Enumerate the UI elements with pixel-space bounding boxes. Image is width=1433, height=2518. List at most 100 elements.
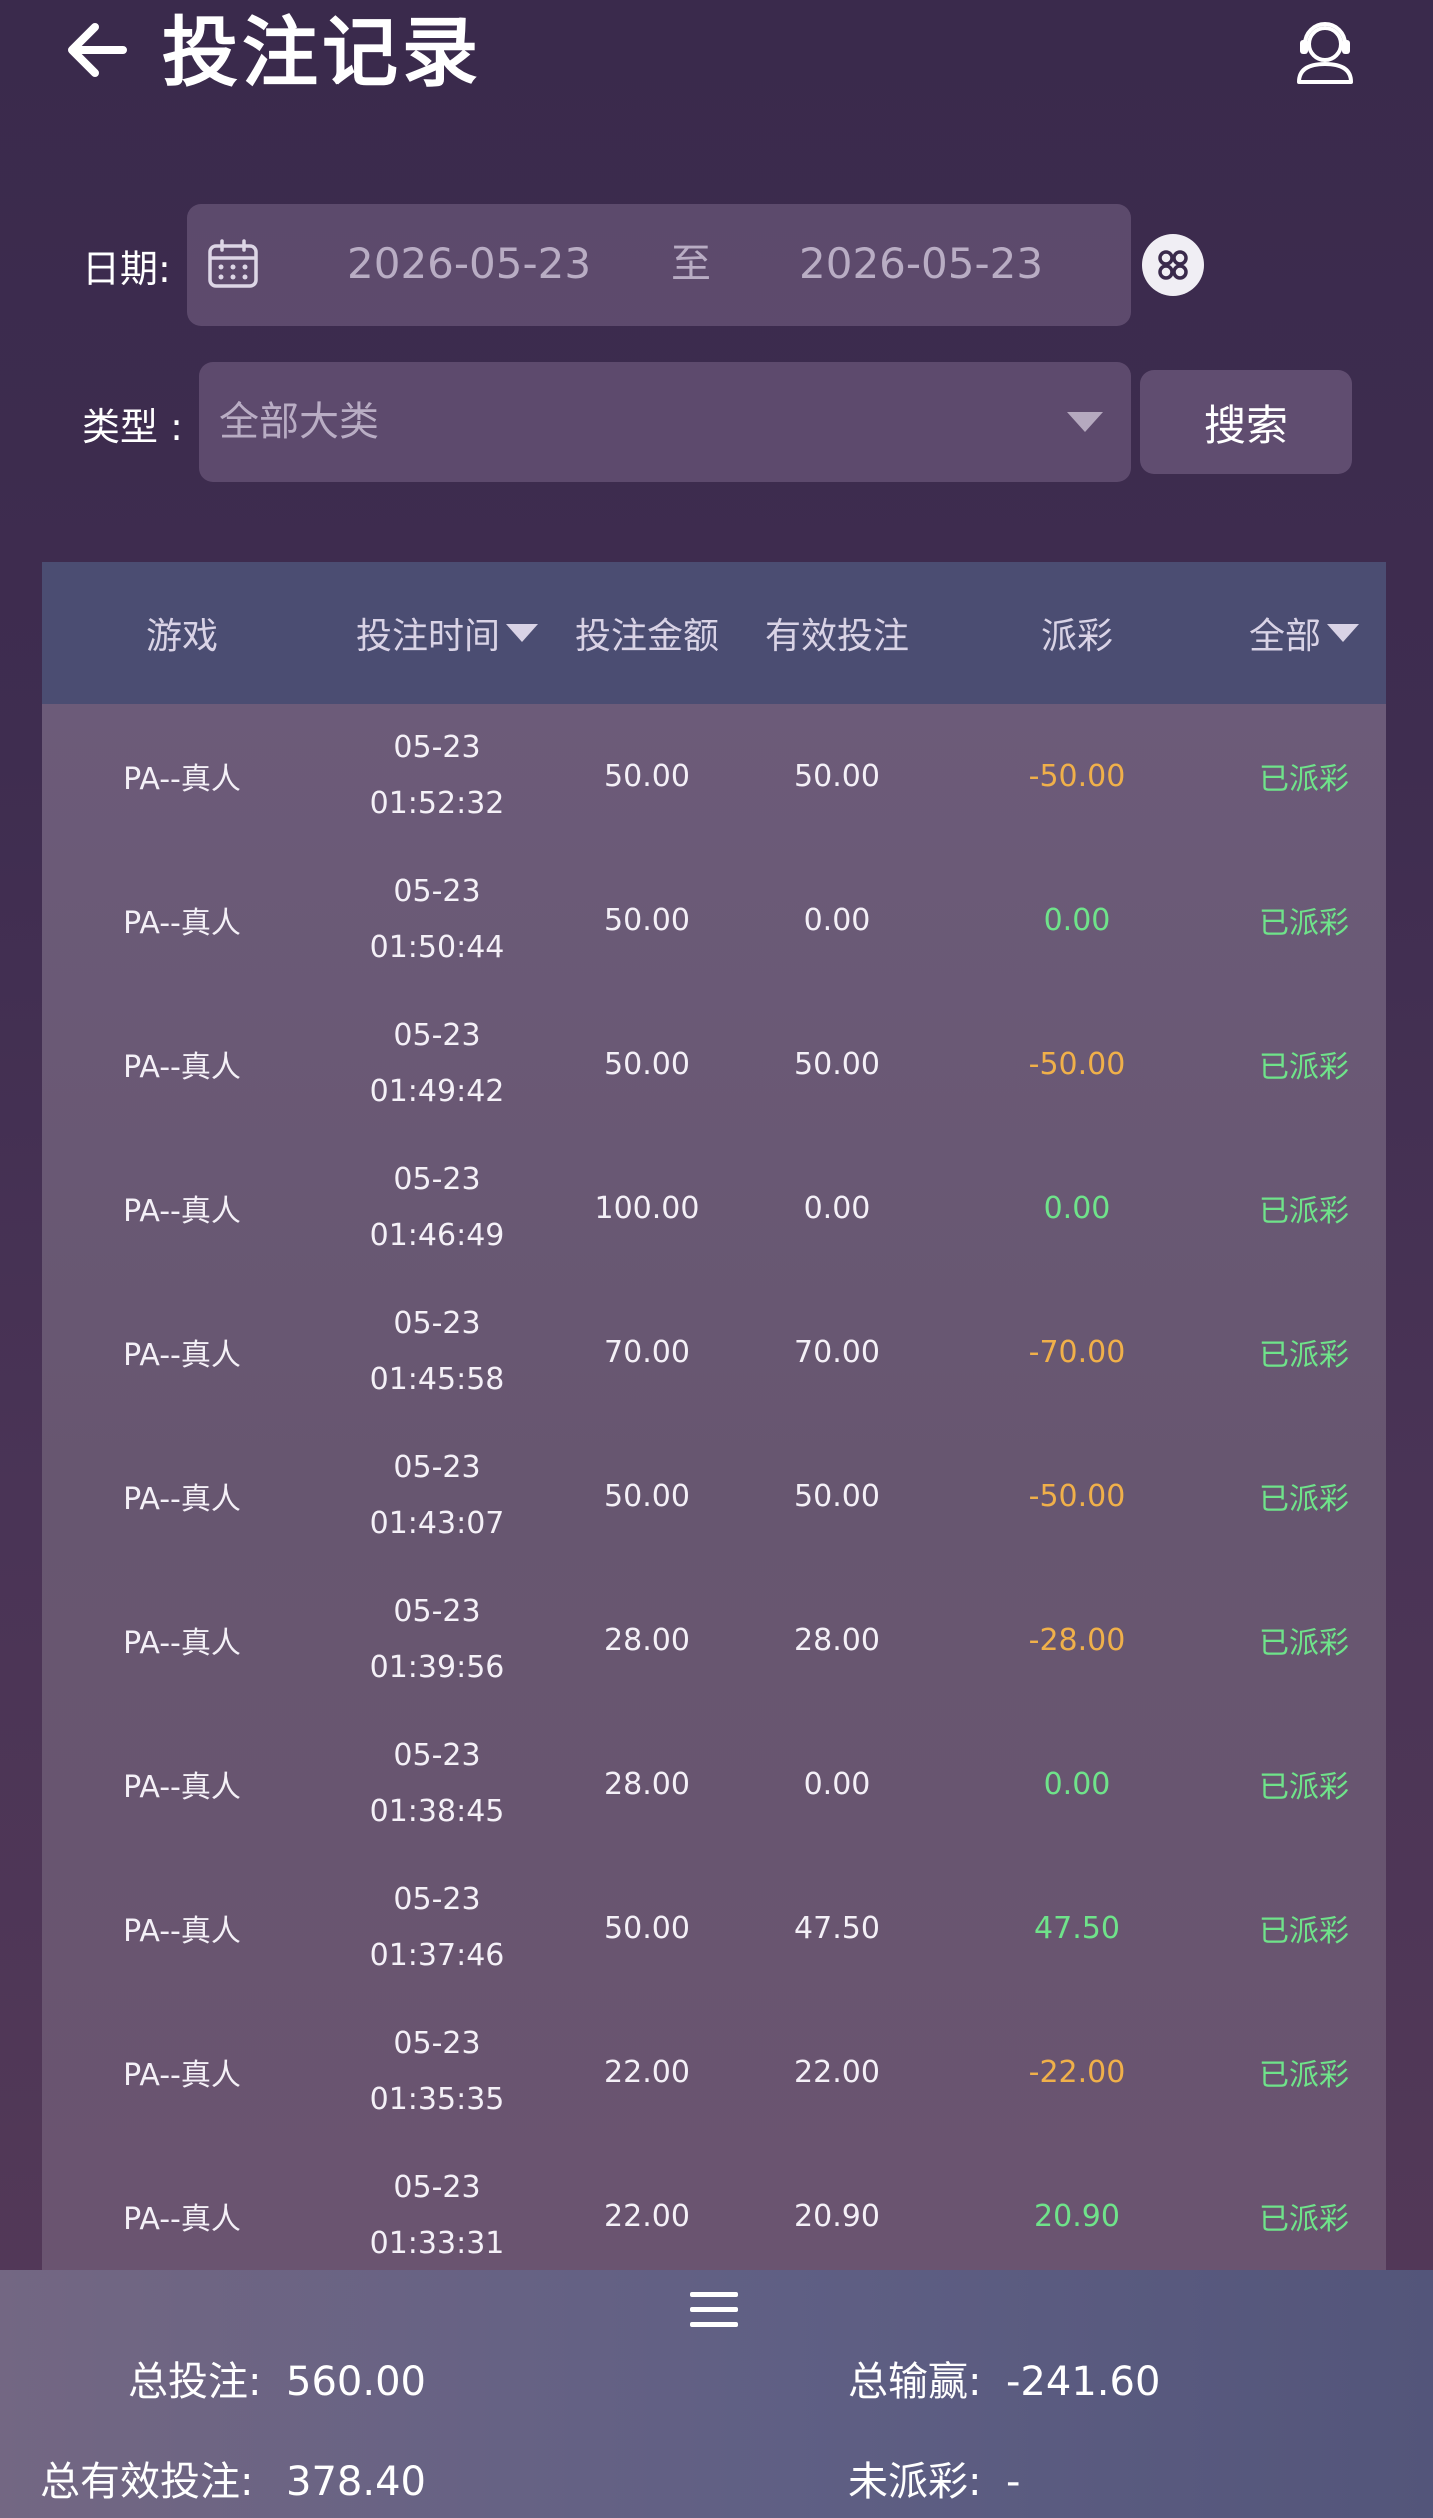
cell-amount: 28.00 (604, 1622, 690, 1658)
table-row[interactable]: PA--真人 05-23 01:46:49 100.00 0.00 0.00 已派彩 (42, 1136, 1386, 1280)
cell-time: 05-23 01:52:32 (322, 704, 552, 848)
customer-service-icon (1297, 22, 1353, 84)
cell-time: 05-23 01:37:46 (322, 1856, 552, 2000)
cell-amount: 50.00 (604, 758, 690, 794)
cell-status: 已派彩 (1259, 2202, 1349, 2237)
table-row[interactable]: PA--真人 05-23 01:39:56 28.00 28.00 -28.00 已派彩 (42, 1568, 1386, 1712)
cell-payout: -70.00 (1028, 1334, 1126, 1370)
column-header-time[interactable]: 投注时间 (322, 562, 572, 704)
cell-valid-bet: 0.00 (803, 1190, 871, 1226)
cell-date: 05-23 (393, 2026, 481, 2061)
column-header-game: 游戏 (42, 562, 322, 704)
cell-amount: 100.00 (594, 1190, 700, 1226)
type-select[interactable]: 全部大类 (199, 362, 1131, 482)
menu-icon[interactable] (688, 2288, 740, 2332)
cell-date: 05-23 (393, 1306, 481, 1341)
unsettled-value: - (1006, 2459, 1021, 2505)
cell-clock: 01:39:56 (369, 1650, 505, 1685)
cell-time: 05-23 01:50:44 (322, 848, 552, 992)
top-bar: 投注记录 (0, 0, 1433, 110)
total-bet-label: 总投注: (128, 2359, 262, 2405)
cell-status: 已派彩 (1259, 1770, 1349, 1805)
back-button[interactable] (58, 12, 134, 88)
column-header-game-label: 游戏 (145, 616, 218, 657)
total-valid-value: 378.40 (286, 2459, 426, 2505)
cell-payout: -50.00 (1028, 758, 1126, 794)
cell-valid-bet: 28.00 (794, 1622, 880, 1658)
cell-amount: 22.00 (604, 2198, 690, 2234)
summary-panel: 总投注: 560.00 总输赢: -241.60 总有效投注: 378.40 未… (0, 2270, 1433, 2518)
date-separator: 至 (671, 241, 711, 287)
cell-amount: 50.00 (604, 1478, 690, 1514)
quick-date-icon (1158, 250, 1188, 280)
cell-valid-bet: 70.00 (794, 1334, 880, 1370)
table-row[interactable]: PA--真人 05-23 01:43:07 50.00 50.00 -50.00 已派彩 (42, 1424, 1386, 1568)
total-winloss-label: 总输赢: (848, 2359, 982, 2405)
cell-game: PA--真人 (123, 1914, 241, 1949)
cell-valid-bet: 47.50 (794, 1910, 880, 1946)
unsettled-label: 未派彩: (848, 2459, 982, 2505)
cell-status: 已派彩 (1259, 1626, 1349, 1661)
column-header-payout-label: 派彩 (1040, 616, 1113, 657)
customer-service-button[interactable] (1289, 14, 1361, 86)
chevron-down-icon (1067, 412, 1103, 432)
bet-records-table: 游戏 投注时间 投注金额 有效投注 派彩 全部 PA--真人 05-23 01:52… (42, 562, 1386, 2270)
cell-clock: 01:33:31 (369, 2226, 505, 2261)
cell-time: 05-23 01:43:07 (322, 1424, 552, 1568)
cell-time: 05-23 01:35:35 (322, 2000, 552, 2144)
date-label: 日期: (82, 247, 171, 291)
cell-valid-bet: 50.00 (794, 1478, 880, 1514)
cell-valid-bet: 50.00 (794, 758, 880, 794)
search-button[interactable]: 搜索 (1140, 370, 1352, 474)
table-row[interactable]: PA--真人 05-23 01:33:31 22.00 20.90 20.90 已派彩 (42, 2144, 1386, 2270)
table-row[interactable]: PA--真人 05-23 01:50:44 50.00 0.00 0.00 已派彩 (42, 848, 1386, 992)
cell-amount: 50.00 (604, 1910, 690, 1946)
cell-game: PA--真人 (123, 1626, 241, 1661)
cell-clock: 01:49:42 (369, 1074, 505, 1109)
cell-date: 05-23 (393, 1162, 481, 1197)
cell-date: 05-23 (393, 1882, 481, 1917)
quick-date-button[interactable] (1142, 234, 1204, 296)
cell-payout: 0.00 (1043, 902, 1111, 938)
cell-clock: 01:35:35 (369, 2082, 505, 2117)
cell-clock: 01:43:07 (369, 1506, 505, 1541)
total-winloss-value: -241.60 (1006, 2359, 1161, 2405)
cell-amount: 22.00 (604, 2054, 690, 2090)
back-arrow-icon (68, 23, 127, 77)
cell-status: 已派彩 (1259, 1914, 1349, 1949)
cell-payout: 47.50 (1034, 1910, 1120, 1946)
calendar-icon (208, 239, 258, 288)
table-row[interactable]: PA--真人 05-23 01:45:58 70.00 70.00 -70.00 已派彩 (42, 1280, 1386, 1424)
cell-game: PA--真人 (123, 1050, 241, 1085)
date-range-picker[interactable]: 2026-05-23 至 2026-05-23 (187, 204, 1131, 326)
cell-time: 05-23 01:33:31 (322, 2144, 552, 2270)
cell-amount: 70.00 (604, 1334, 690, 1370)
cell-status: 已派彩 (1259, 1194, 1349, 1229)
table-row[interactable]: PA--真人 05-23 01:52:32 50.00 50.00 -50.00 已派彩 (42, 704, 1386, 848)
status-filter-dropdown[interactable]: 全部 (1222, 562, 1386, 704)
cell-amount: 50.00 (604, 902, 690, 938)
cell-clock: 01:52:32 (369, 786, 505, 821)
cell-valid-bet: 20.90 (794, 2198, 880, 2234)
table-row[interactable]: PA--真人 05-23 01:37:46 50.00 47.50 47.50 已派彩 (42, 1856, 1386, 2000)
column-header-time-label: 投注时间 (355, 616, 500, 657)
date-end-field[interactable]: 2026-05-23 (799, 234, 1043, 294)
table-row[interactable]: PA--真人 05-23 01:49:42 50.00 50.00 -50.00 已派彩 (42, 992, 1386, 1136)
table-row[interactable]: PA--真人 05-23 01:35:35 22.00 22.00 -22.00 已派彩 (42, 2000, 1386, 2144)
cell-game: PA--真人 (123, 906, 241, 941)
cell-time: 05-23 01:38:45 (322, 1712, 552, 1856)
table-row[interactable]: PA--真人 05-23 01:38:45 28.00 0.00 0.00 已派彩 (42, 1712, 1386, 1856)
cell-clock: 01:38:45 (369, 1794, 505, 1829)
cell-amount: 50.00 (604, 1046, 690, 1082)
cell-game: PA--真人 (123, 1770, 241, 1805)
date-start-field[interactable]: 2026-05-23 (347, 234, 591, 294)
column-header-amount-label: 投注金额 (574, 616, 719, 657)
column-header-valid: 有效投注 (742, 562, 932, 704)
cell-payout: 20.90 (1034, 2198, 1120, 2234)
cell-game: PA--真人 (123, 2202, 241, 2237)
cell-date: 05-23 (393, 1450, 481, 1485)
cell-payout: -50.00 (1028, 1046, 1126, 1082)
cell-amount: 28.00 (604, 1766, 690, 1802)
cell-valid-bet: 22.00 (794, 2054, 880, 2090)
cell-game: PA--真人 (123, 1194, 241, 1229)
